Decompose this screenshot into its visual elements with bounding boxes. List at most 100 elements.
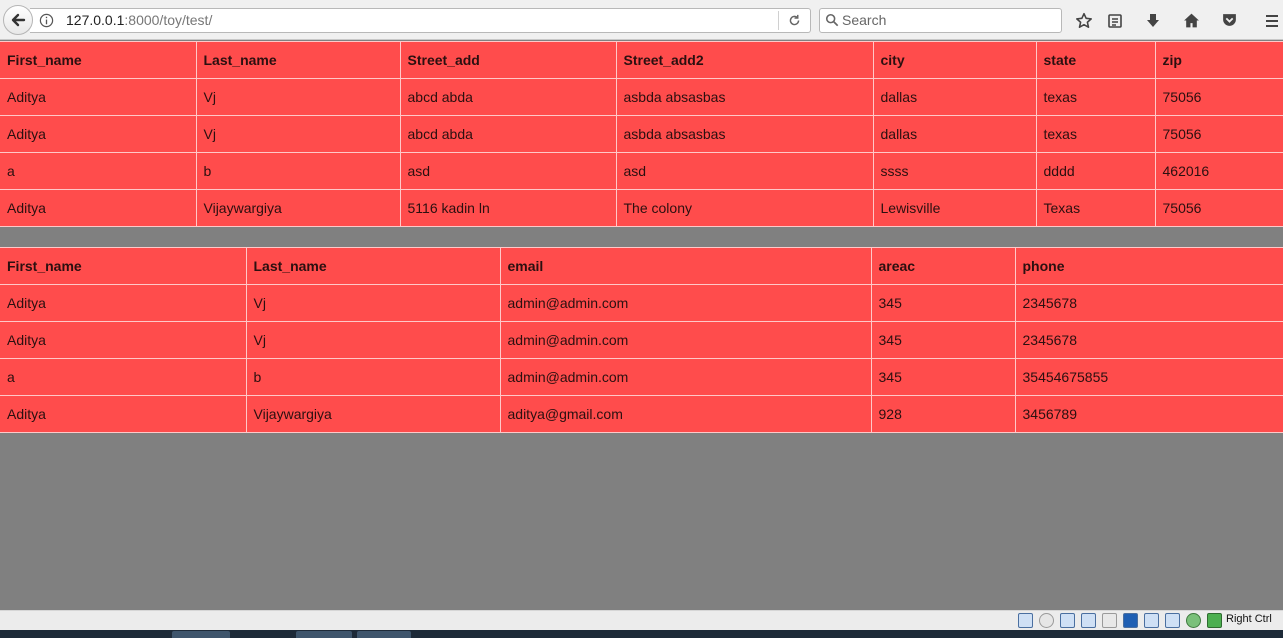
table-cell: dallas xyxy=(872,115,1037,153)
table-cell: asbda absasbas xyxy=(615,78,874,116)
table-header-row: First_name Last_name email areac phone xyxy=(0,247,1283,285)
reload-icon[interactable] xyxy=(784,11,804,30)
table-cell: admin@admin.com xyxy=(499,358,872,396)
display-icon[interactable] xyxy=(1123,613,1138,628)
table-cell: dddd xyxy=(1035,152,1156,190)
table-cell: 928 xyxy=(870,395,1016,433)
table-cell: 462016 xyxy=(1154,152,1283,190)
url-text[interactable]: 127.0.0.1:8000/toy/test/ xyxy=(66,12,212,28)
table-cell: dallas xyxy=(872,78,1037,116)
table-row: Aditya Vj admin@admin.com 345 2345678 xyxy=(0,321,1283,359)
table-row: Aditya Vj abcd abda asbda absasbas dalla… xyxy=(0,78,1283,116)
hard-disk-icon[interactable] xyxy=(1018,613,1033,628)
video-capture-icon[interactable] xyxy=(1144,613,1159,628)
table-cell: 345 xyxy=(870,284,1016,322)
info-icon[interactable] xyxy=(38,12,54,28)
table-cell: 75056 xyxy=(1154,78,1283,116)
column-header-first-name: First_name xyxy=(0,41,197,79)
table-cell: 75056 xyxy=(1154,115,1283,153)
optical-drive-icon[interactable] xyxy=(1039,613,1054,628)
mouse-integration-icon[interactable] xyxy=(1207,613,1222,628)
column-header-state: state xyxy=(1035,41,1156,79)
column-header-phone: phone xyxy=(1014,247,1283,285)
table-row: Aditya Vj abcd abda asbda absasbas dalla… xyxy=(0,115,1283,153)
column-header-zip: zip xyxy=(1154,41,1283,79)
home-icon[interactable] xyxy=(1180,10,1202,31)
column-header-street-add: Street_add xyxy=(399,41,617,79)
reading-list-icon[interactable] xyxy=(1104,10,1126,31)
table-cell: 2345678 xyxy=(1014,284,1283,322)
table-cell: Vj xyxy=(195,78,401,116)
table-cell: Aditya xyxy=(0,321,247,359)
column-header-last-name: Last_name xyxy=(245,247,501,285)
search-icon xyxy=(824,12,840,28)
column-header-email: email xyxy=(499,247,872,285)
table-cell: abcd abda xyxy=(399,115,617,153)
table-row: a b asd asd ssss dddd 462016 xyxy=(0,152,1283,190)
address-table: First_name Last_name Street_add Street_a… xyxy=(0,41,1283,227)
network-icon[interactable] xyxy=(1081,613,1096,628)
search-input[interactable] xyxy=(842,10,1056,30)
table-cell: Aditya xyxy=(0,395,247,433)
table-row: a b admin@admin.com 345 35454675855 xyxy=(0,358,1283,396)
table-cell: 345 xyxy=(870,358,1016,396)
table-cell: 345 xyxy=(870,321,1016,359)
menu-icon[interactable] xyxy=(1261,10,1283,31)
cpu-icon[interactable] xyxy=(1186,613,1201,628)
column-header-street-add2: Street_add2 xyxy=(615,41,874,79)
table-cell: asd xyxy=(399,152,617,190)
table-cell: 2345678 xyxy=(1014,321,1283,359)
table-row: Aditya Vj admin@admin.com 345 2345678 xyxy=(0,284,1283,322)
taskbar-item[interactable] xyxy=(357,631,411,638)
url-host: 127.0.0.1 xyxy=(66,12,125,28)
table-cell: Vijaywargiya xyxy=(195,189,401,227)
column-header-city: city xyxy=(872,41,1037,79)
table-cell: b xyxy=(195,152,401,190)
column-header-first-name: First_name xyxy=(0,247,247,285)
shared-folder-icon[interactable] xyxy=(1102,613,1117,628)
usb-icon[interactable] xyxy=(1165,613,1180,628)
table-cell: Vijaywargiya xyxy=(245,395,501,433)
table-cell: b xyxy=(245,358,501,396)
table-cell: texas xyxy=(1035,78,1156,116)
table-cell: Texas xyxy=(1035,189,1156,227)
table-cell: 35454675855 xyxy=(1014,358,1283,396)
column-header-areac: areac xyxy=(870,247,1016,285)
taskbar-item[interactable] xyxy=(296,631,352,638)
table-cell: aditya@gmail.com xyxy=(499,395,872,433)
table-cell: 3456789 xyxy=(1014,395,1283,433)
table-cell: Vj xyxy=(195,115,401,153)
table-cell: Aditya xyxy=(0,284,247,322)
taskbar-item[interactable] xyxy=(172,631,230,638)
url-path: :8000/toy/test/ xyxy=(124,12,213,28)
table-row: Aditya Vijaywargiya 5116 kadin ln The co… xyxy=(0,189,1283,227)
table-cell: admin@admin.com xyxy=(499,321,872,359)
table-cell: 75056 xyxy=(1154,189,1283,227)
column-header-last-name: Last_name xyxy=(195,41,401,79)
table-cell: 5116 kadin ln xyxy=(399,189,617,227)
table-cell: asd xyxy=(615,152,874,190)
back-arrow-icon xyxy=(11,13,26,27)
table-cell: a xyxy=(0,152,197,190)
table-cell: Vj xyxy=(245,284,501,322)
table-cell: admin@admin.com xyxy=(499,284,872,322)
table-header-row: First_name Last_name Street_add Street_a… xyxy=(0,41,1283,79)
back-button[interactable] xyxy=(3,5,33,35)
download-icon[interactable] xyxy=(1142,10,1164,31)
audio-icon[interactable] xyxy=(1060,613,1075,628)
table-cell: ssss xyxy=(872,152,1037,190)
table-cell: texas xyxy=(1035,115,1156,153)
pocket-icon[interactable] xyxy=(1218,10,1240,31)
table-cell: The colony xyxy=(615,189,874,227)
url-divider xyxy=(778,11,779,30)
bookmark-star-icon[interactable] xyxy=(1073,10,1095,31)
table-cell: Vj xyxy=(245,321,501,359)
table-cell: Lewisville xyxy=(872,189,1037,227)
host-key-label: Right Ctrl xyxy=(1226,613,1272,625)
table-row: Aditya Vijaywargiya aditya@gmail.com 928… xyxy=(0,395,1283,433)
table-cell: Aditya xyxy=(0,78,197,116)
table-cell: Aditya xyxy=(0,115,197,153)
table-cell: a xyxy=(0,358,247,396)
table-cell: Aditya xyxy=(0,189,197,227)
table-cell: abcd abda xyxy=(399,78,617,116)
